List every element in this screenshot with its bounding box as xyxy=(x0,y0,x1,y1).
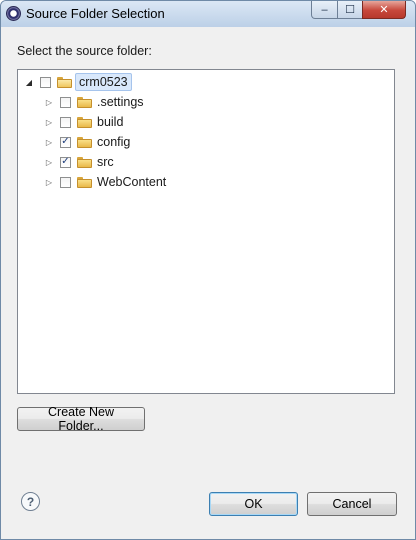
tree-node-label[interactable]: config xyxy=(97,135,130,149)
help-icon[interactable]: ? xyxy=(21,492,40,511)
folder-tree[interactable]: ◢ crm0523 ▷ .settings ▷ build ▷ ✓ config… xyxy=(17,69,395,394)
tree-node-label[interactable]: crm0523 xyxy=(75,73,132,91)
folder-icon xyxy=(77,136,92,148)
tree-node[interactable]: ▷ WebContent xyxy=(44,172,166,192)
checkbox[interactable] xyxy=(60,96,71,108)
project-folder-icon xyxy=(57,76,72,88)
cancel-button[interactable]: Cancel xyxy=(307,492,397,516)
expand-arrow-icon[interactable]: ▷ xyxy=(44,177,54,187)
folder-icon xyxy=(77,176,92,188)
checkbox-checked[interactable]: ✓ xyxy=(60,156,71,168)
expand-arrow-icon[interactable]: ▷ xyxy=(44,117,54,127)
dialog-body: Select the source folder: ◢ crm0523 ▷ .s… xyxy=(7,27,409,533)
close-button[interactable]: ✕ xyxy=(362,1,406,19)
checkbox[interactable] xyxy=(60,176,71,188)
tree-node-label[interactable]: build xyxy=(97,115,123,129)
close-icon: ✕ xyxy=(379,4,389,16)
create-new-folder-button[interactable]: Create New Folder... xyxy=(17,405,145,433)
tree-node-label[interactable]: WebContent xyxy=(97,175,166,189)
minimize-button[interactable]: ‒ xyxy=(311,1,338,19)
maximize-icon: ☐ xyxy=(345,4,355,16)
eclipse-icon xyxy=(6,6,21,21)
checkbox-root[interactable] xyxy=(40,76,51,88)
checkbox[interactable] xyxy=(60,116,71,128)
prompt-label: Select the source folder: xyxy=(17,44,152,58)
tree-node-root[interactable]: ◢ crm0523 xyxy=(24,72,132,92)
expand-arrow-icon[interactable]: ▷ xyxy=(44,157,54,167)
checkbox-checked[interactable]: ✓ xyxy=(60,136,71,148)
tree-node-label[interactable]: src xyxy=(97,155,114,169)
window-title: Source Folder Selection xyxy=(26,6,165,21)
folder-icon xyxy=(77,116,92,128)
tree-node[interactable]: ▷ .settings xyxy=(44,92,144,112)
expand-arrow-icon[interactable]: ▷ xyxy=(44,137,54,147)
tree-node[interactable]: ▷ ✓ src xyxy=(44,152,114,172)
expand-arrow-icon[interactable]: ▷ xyxy=(44,97,54,107)
tree-node-label[interactable]: .settings xyxy=(97,95,144,109)
tree-node[interactable]: ▷ ✓ config xyxy=(44,132,130,152)
ok-button[interactable]: OK xyxy=(209,492,298,516)
minimize-icon: ‒ xyxy=(321,3,328,16)
tree-node[interactable]: ▷ build xyxy=(44,112,124,132)
collapse-arrow-icon[interactable]: ◢ xyxy=(24,77,34,87)
folder-icon xyxy=(77,96,92,108)
folder-icon xyxy=(77,156,92,168)
source-folder-selection-dialog: Source Folder Selection ‒ ☐ ✕ Select the… xyxy=(0,0,416,540)
maximize-button[interactable]: ☐ xyxy=(337,1,363,19)
title-bar[interactable]: Source Folder Selection ‒ ☐ ✕ xyxy=(1,1,415,27)
